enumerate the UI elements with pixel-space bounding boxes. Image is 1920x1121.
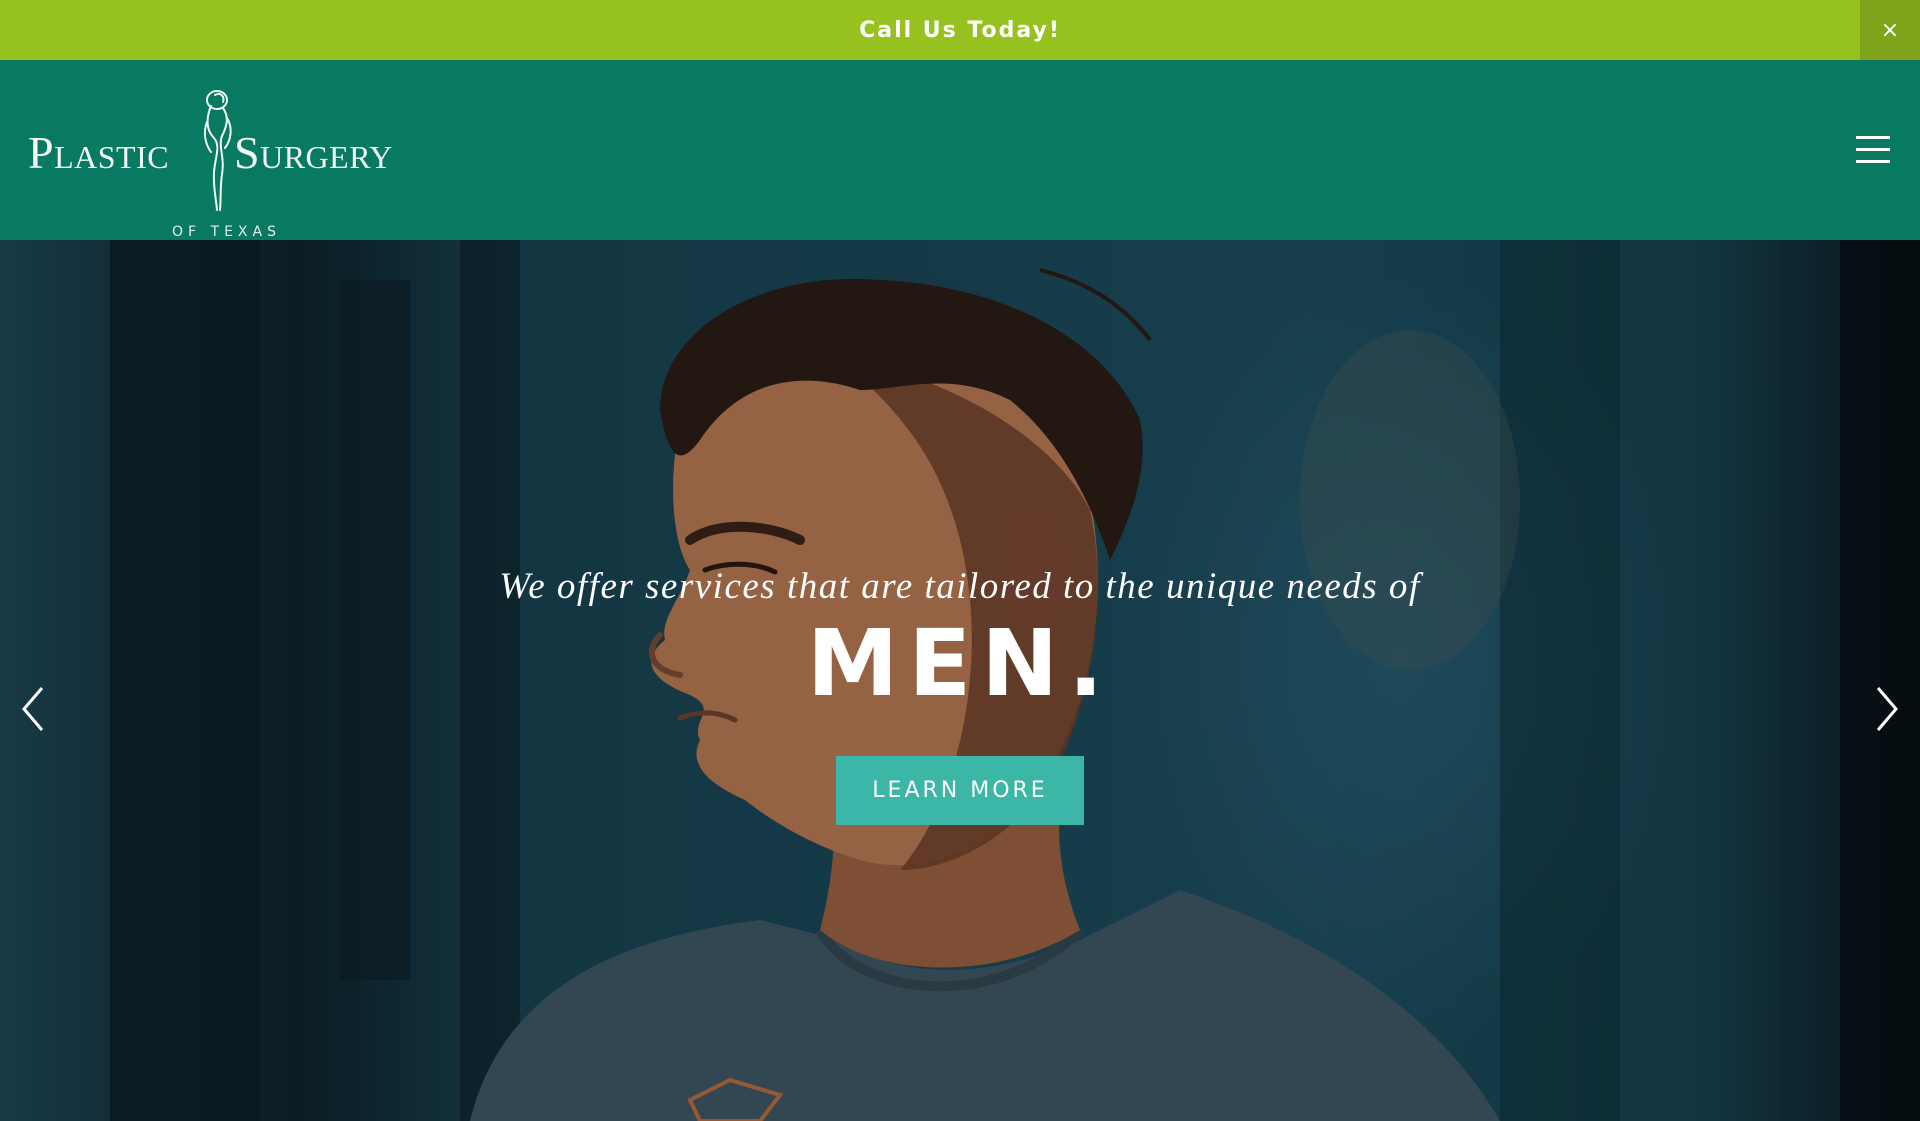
chevron-right-icon[interactable] [1872, 684, 1902, 734]
learn-more-button[interactable]: LEARN MORE [836, 756, 1084, 825]
hamburger-menu-icon[interactable] [1856, 136, 1890, 164]
hero-content: We offer services that are tailored to t… [0, 240, 1920, 1121]
announcement-text[interactable]: Call Us Today! [859, 18, 1061, 43]
menu-bar [1856, 160, 1890, 163]
menu-bar [1856, 136, 1890, 139]
chevron-left-icon[interactable] [18, 684, 48, 734]
logo-word-surgery: Surgery [234, 127, 393, 178]
site-logo[interactable]: Plastic Surgery OF TEXAS [28, 88, 418, 240]
logo-word-plastic: Plastic [28, 127, 170, 178]
announcement-bar: Call Us Today! × [0, 0, 1920, 60]
logo-subline: OF TEXAS [172, 224, 281, 240]
hero-tagline: We offer services that are tailored to t… [499, 566, 1421, 607]
hero-title: MEN. [806, 610, 1114, 717]
hero-slider: We offer services that are tailored to t… [0, 240, 1920, 1121]
menu-bar [1856, 148, 1890, 151]
close-icon[interactable]: × [1860, 0, 1920, 60]
site-header: Plastic Surgery OF TEXAS [0, 60, 1920, 240]
